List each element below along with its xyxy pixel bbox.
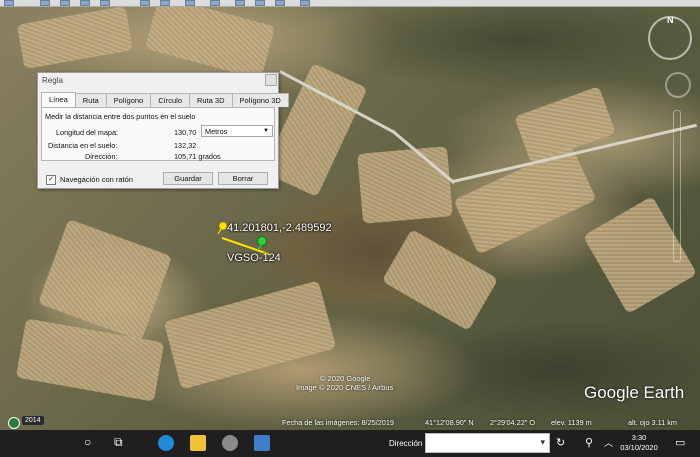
field-patch [144,0,276,80]
clear-button[interactable]: Borrar [218,172,268,185]
photos-app-icon[interactable] [254,435,270,451]
cortana-icon[interactable]: ○ [84,435,91,449]
toolbar-button[interactable] [255,0,265,6]
notifications-icon[interactable]: ▭ [675,436,685,449]
google-earth-logo: Google Earth [584,383,685,402]
toolbar-button[interactable] [40,0,50,6]
field-patch [163,280,337,390]
map-length-label: Longitud del mapa: [56,128,119,137]
field-patch [357,146,453,224]
elevation-readout: elev. 1139 m [551,418,592,427]
toolbar-button[interactable] [210,0,220,6]
map-length-value: 130,70 [174,128,197,137]
google-earth-app-icon[interactable] [222,435,238,451]
satellite-map[interactable] [0,0,700,430]
longitude-readout: 2°29'04.22" O [490,418,536,427]
unit-select-value: Metros [205,127,228,136]
save-button[interactable]: Guardar [163,172,213,185]
tab-path-3d[interactable]: Ruta 3D [189,93,233,107]
dropdown-arrow-icon[interactable]: ▾ [540,437,545,448]
copyright-imagery: Image © 2020 CNES / Airbus [296,383,394,392]
top-toolbar [0,0,700,7]
field-patch [453,145,597,255]
mouse-navigation-label: Navegación con ratón [60,175,133,184]
latitude-readout: 41°12'08.90" N [425,418,474,427]
tab-path[interactable]: Ruta [74,93,107,107]
toolbar-button[interactable] [185,0,195,6]
ruler-dialog: Regla Línea Ruta Polígono Círculo Ruta 3… [37,72,289,189]
imagery-date: Fecha de las imágenes: 8/25/2019 [282,418,394,427]
toolbar-button[interactable] [300,0,310,6]
field-patch [37,218,173,342]
file-explorer-icon[interactable] [190,435,206,451]
compass-control[interactable]: N [648,15,692,60]
toolbar-button[interactable] [160,0,170,6]
toolbar-button[interactable] [60,0,70,6]
pushpin-green-icon[interactable] [255,236,269,250]
windows-taskbar [0,430,700,457]
copyright-google: © 2020 Google [320,374,371,383]
toolbar-button[interactable] [275,0,285,6]
pan-control[interactable] [665,72,691,98]
toolbar-button[interactable] [100,0,110,6]
direction-value: 105,71 grados [174,152,221,161]
measure-description: Medir la distancia entre dos puntos en e… [45,112,196,121]
eye-altitude-readout: alt. ojo 3.11 km [628,418,677,427]
toolbar-button[interactable] [4,0,14,6]
address-label: Dirección [389,439,423,448]
task-view-icon[interactable]: ⧉ [114,435,123,450]
ground-distance-value: 132,32 [174,141,197,150]
field-patch [16,5,134,70]
taskbar-clock[interactable]: 3:30 03/10/2020 [620,433,658,453]
clock-time: 3:30 [631,433,647,442]
tab-circle[interactable]: Círculo [150,93,190,107]
tab-bar: Línea Ruta Polígono Círculo Ruta 3D Polí… [41,92,289,108]
tab-panel: Medir la distancia entre dos puntos en e… [41,107,275,161]
close-button[interactable] [265,74,277,86]
zoom-slider[interactable] [673,110,681,262]
ground-distance-label: Distancia en el suelo: [48,141,118,150]
people-icon[interactable]: ⚲ [585,436,593,449]
chevron-down-icon: ▼ [263,128,269,134]
mouse-navigation-checkbox[interactable]: ✓ [46,175,56,185]
toolbar-button[interactable] [235,0,245,6]
coordinate-label[interactable]: 41.201801,-2.489592 [227,222,332,234]
direction-label: Dirección: [85,152,118,161]
chevron-up-icon[interactable]: ︿ [604,436,613,449]
clock-date: 03/10/2020 [620,443,658,452]
address-input[interactable]: ▾ [425,433,550,453]
status-bar: Fecha de las imágenes: 8/25/2019 41°12'0… [0,414,700,430]
compass-north-label: N [667,15,674,25]
edge-icon[interactable] [158,435,174,451]
tab-polygon[interactable]: Polígono [105,93,152,107]
unit-select[interactable]: Metros ▼ [201,125,273,137]
tab-line[interactable]: Línea [41,92,76,108]
refresh-icon[interactable]: ↻ [556,436,565,449]
placemark-label[interactable]: VGSO-124 [227,252,281,264]
tab-polygon-3d[interactable]: Polígono 3D [231,93,289,107]
toolbar-button[interactable] [80,0,90,6]
dialog-title: Regla [42,76,63,85]
toolbar-button[interactable] [140,0,150,6]
